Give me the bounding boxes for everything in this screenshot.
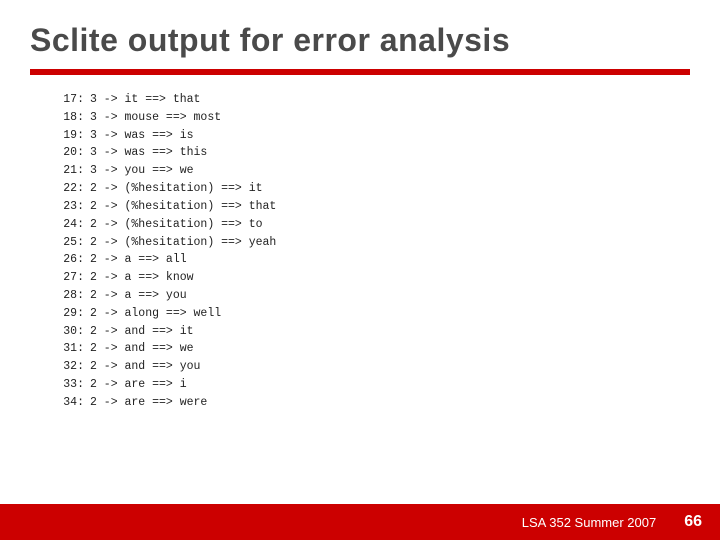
line-number: 30: — [60, 323, 90, 341]
line-number: 24: — [60, 216, 90, 234]
line-content: 2 -> along ==> well — [90, 305, 221, 323]
line-number: 19: — [60, 127, 90, 145]
table-row: 33:2 -> are ==> i — [60, 376, 690, 394]
line-number: 18: — [60, 109, 90, 127]
footer-label: LSA 352 Summer 2007 — [522, 515, 656, 530]
table-row: 28:2 -> a ==> you — [60, 287, 690, 305]
table-row: 22:2 -> (%hesitation) ==> it — [60, 180, 690, 198]
table-row: 18:3 -> mouse ==> most — [60, 109, 690, 127]
table-row: 26:2 -> a ==> all — [60, 251, 690, 269]
line-number: 32: — [60, 358, 90, 376]
line-content: 2 -> (%hesitation) ==> to — [90, 216, 263, 234]
line-content: 2 -> and ==> it — [90, 323, 194, 341]
line-number: 25: — [60, 234, 90, 252]
table-row: 24:2 -> (%hesitation) ==> to — [60, 216, 690, 234]
line-content: 2 -> a ==> know — [90, 269, 194, 287]
content-area: 17:3 -> it ==> that18:3 -> mouse ==> mos… — [0, 87, 720, 422]
line-content: 2 -> and ==> you — [90, 358, 200, 376]
line-content: 3 -> was ==> this — [90, 144, 207, 162]
line-content: 2 -> a ==> you — [90, 287, 187, 305]
line-number: 34: — [60, 394, 90, 412]
line-number: 28: — [60, 287, 90, 305]
line-number: 20: — [60, 144, 90, 162]
line-number: 33: — [60, 376, 90, 394]
line-content: 2 -> a ==> all — [90, 251, 187, 269]
table-row: 25:2 -> (%hesitation) ==> yeah — [60, 234, 690, 252]
table-row: 21:3 -> you ==> we — [60, 162, 690, 180]
line-content: 3 -> was ==> is — [90, 127, 194, 145]
title-area: Sclite output for error analysis — [0, 0, 720, 69]
table-row: 19:3 -> was ==> is — [60, 127, 690, 145]
line-number: 21: — [60, 162, 90, 180]
table-row: 30:2 -> and ==> it — [60, 323, 690, 341]
line-content: 3 -> you ==> we — [90, 162, 194, 180]
table-row: 32:2 -> and ==> you — [60, 358, 690, 376]
line-number: 27: — [60, 269, 90, 287]
line-content: 3 -> mouse ==> most — [90, 109, 221, 127]
footer: LSA 352 Summer 2007 66 — [0, 504, 720, 540]
table-row: 29:2 -> along ==> well — [60, 305, 690, 323]
code-block: 17:3 -> it ==> that18:3 -> mouse ==> mos… — [60, 91, 690, 412]
line-content: 2 -> are ==> i — [90, 376, 187, 394]
slide-title: Sclite output for error analysis — [30, 22, 690, 59]
line-number: 23: — [60, 198, 90, 216]
footer-page: 66 — [684, 513, 702, 531]
line-number: 26: — [60, 251, 90, 269]
red-divider — [30, 69, 690, 75]
line-number: 29: — [60, 305, 90, 323]
line-content: 2 -> are ==> were — [90, 394, 207, 412]
line-content: 2 -> and ==> we — [90, 340, 194, 358]
slide: Sclite output for error analysis 17:3 ->… — [0, 0, 720, 540]
table-row: 17:3 -> it ==> that — [60, 91, 690, 109]
table-row: 20:3 -> was ==> this — [60, 144, 690, 162]
table-row: 27:2 -> a ==> know — [60, 269, 690, 287]
line-number: 17: — [60, 91, 90, 109]
line-content: 3 -> it ==> that — [90, 91, 200, 109]
table-row: 23:2 -> (%hesitation) ==> that — [60, 198, 690, 216]
line-number: 22: — [60, 180, 90, 198]
line-content: 2 -> (%hesitation) ==> that — [90, 198, 276, 216]
line-number: 31: — [60, 340, 90, 358]
table-row: 31:2 -> and ==> we — [60, 340, 690, 358]
line-content: 2 -> (%hesitation) ==> yeah — [90, 234, 276, 252]
table-row: 34:2 -> are ==> were — [60, 394, 690, 412]
line-content: 2 -> (%hesitation) ==> it — [90, 180, 263, 198]
